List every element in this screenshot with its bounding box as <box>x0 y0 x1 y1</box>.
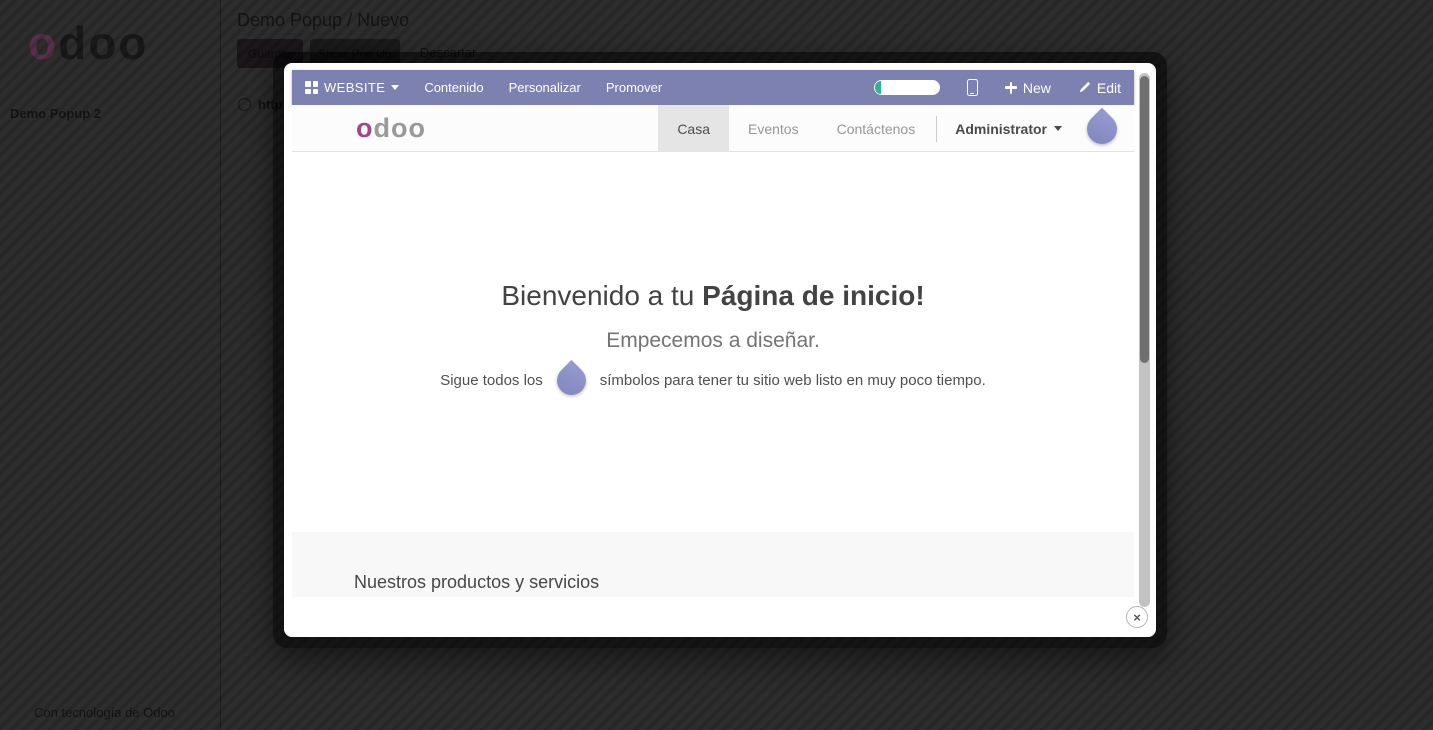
new-button[interactable]: New <box>1005 80 1051 96</box>
tour-drop-icon[interactable] <box>1081 107 1123 149</box>
nav-item-contactenos[interactable]: Contáctenos <box>818 105 935 152</box>
nav-item-eventos[interactable]: Eventos <box>729 105 818 152</box>
sidebar-divider <box>220 0 221 730</box>
edit-button[interactable]: Edit <box>1078 80 1121 96</box>
sidebar-record-name: Demo Popup 2 <box>10 106 101 121</box>
breadcrumb: Demo Popup / Nuevo <box>237 10 409 31</box>
scrollbar-thumb[interactable] <box>1140 76 1149 363</box>
mobile-preview-icon[interactable] <box>967 79 978 96</box>
app-menu-label: WEBSITE <box>324 80 385 95</box>
user-menu-label: Administrator <box>955 121 1047 137</box>
section-title: Nuestros productos y servicios <box>354 572 1134 593</box>
new-button-label: New <box>1023 80 1051 96</box>
website-builder-toolbar: WEBSITE Contenido Personalizar Promover … <box>292 70 1134 105</box>
site-header: odoo Casa Eventos Contáctenos Administra… <box>292 105 1134 152</box>
radio-icon <box>238 98 251 111</box>
title-regular: Bienvenido a tu <box>501 280 694 311</box>
products-services-section: Nuestros productos y servicios <box>292 532 1134 597</box>
scrollbar-track[interactable] <box>1139 73 1150 607</box>
user-menu[interactable]: Administrator <box>939 105 1078 152</box>
hero-section: Bienvenido a tu Página de inicio! Empece… <box>292 152 1134 532</box>
caret-down-icon <box>391 85 399 90</box>
website-preview-modal: WEBSITE Contenido Personalizar Promover … <box>284 63 1156 637</box>
logo-letters: doo <box>374 113 426 143</box>
tour-drop-icon <box>551 360 592 401</box>
page-title: Bienvenido a tu Página de inicio! <box>292 280 1134 312</box>
progress-fill <box>875 81 881 94</box>
apps-grid-icon <box>305 81 318 94</box>
logo-letter: o <box>28 17 58 69</box>
menu-personalizar[interactable]: Personalizar <box>509 80 581 95</box>
website-app-menu[interactable]: WEBSITE <box>305 80 399 95</box>
site-nav: Casa Eventos Contáctenos Administrator <box>658 105 1134 152</box>
nav-divider <box>936 116 937 142</box>
tour-progress-bar[interactable] <box>874 80 940 95</box>
tip-text-after: símbolos para tener tu sitio web listo e… <box>600 372 986 389</box>
close-button[interactable]: × <box>1126 606 1148 628</box>
odoo-backend-logo: odoo <box>28 16 148 70</box>
tour-tip-line: Sigue todos los símbolos para tener tu s… <box>292 366 1134 395</box>
nav-item-casa[interactable]: Casa <box>658 105 729 152</box>
logo-letter: o <box>356 113 374 143</box>
menu-contenido[interactable]: Contenido <box>424 80 483 95</box>
site-logo[interactable]: odoo <box>356 113 426 144</box>
close-icon: × <box>1133 611 1141 624</box>
title-bold: Página de inicio! <box>702 280 924 311</box>
pencil-icon <box>1078 81 1091 94</box>
logo-letters: doo <box>58 17 148 69</box>
screen: odoo Demo Popup 2 Demo Popup / Nuevo Gua… <box>0 0 1433 730</box>
website-page-preview: odoo Casa Eventos Contáctenos Administra… <box>292 105 1134 597</box>
powered-by-odoo: Con tecnología de Odoo <box>34 705 175 720</box>
page-subtitle: Empecemos a diseñar. <box>292 329 1134 353</box>
plus-icon <box>1005 82 1017 94</box>
tip-text-before: Sigue todos los <box>440 372 543 389</box>
toolbar-right: New Edit <box>874 79 1121 96</box>
modal-frame: WEBSITE Contenido Personalizar Promover … <box>273 52 1167 648</box>
edit-button-label: Edit <box>1097 80 1121 96</box>
caret-down-icon <box>1054 126 1062 131</box>
menu-promover[interactable]: Promover <box>606 80 662 95</box>
